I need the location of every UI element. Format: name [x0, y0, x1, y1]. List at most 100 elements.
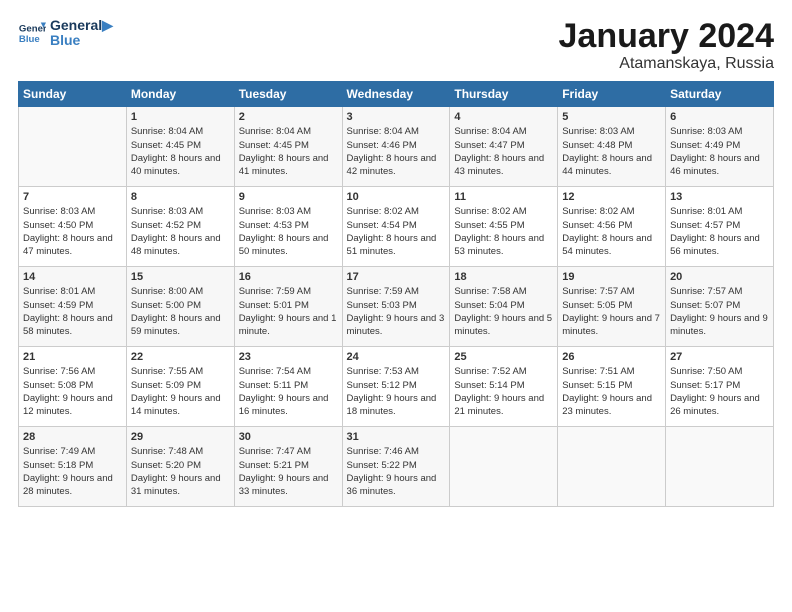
calendar-cell: 19 Sunrise: 7:57 AMSunset: 5:05 PMDayligh…: [558, 267, 666, 347]
calendar-cell: 24 Sunrise: 7:53 AMSunset: 5:12 PMDayligh…: [342, 347, 450, 427]
day-detail: Sunrise: 8:01 AMSunset: 4:57 PMDaylight:…: [670, 205, 769, 258]
day-number: 22: [131, 351, 230, 363]
day-detail: Sunrise: 7:51 AMSunset: 5:15 PMDaylight:…: [562, 365, 661, 418]
calendar-cell: 14 Sunrise: 8:01 AMSunset: 4:59 PMDayligh…: [19, 267, 127, 347]
calendar-cell: 26Sunrise: 7:51 AMSunset: 5:15 PMDayligh…: [558, 347, 666, 427]
calendar-cell: 9 Sunrise: 8:03 AMSunset: 4:53 PMDaylight…: [234, 187, 342, 267]
header: General Blue General▶ Blue January 2024 …: [18, 18, 774, 73]
day-detail: Sunrise: 7:54 AMSunset: 5:11 PMDaylight:…: [239, 365, 338, 418]
day-number: 28: [23, 431, 122, 443]
calendar-cell: 21 Sunrise: 7:56 AMSunset: 5:08 PMDayligh…: [19, 347, 127, 427]
day-number: 31: [347, 431, 446, 443]
day-number: 16: [239, 271, 338, 283]
day-detail: Sunrise: 7:57 AMSunset: 5:05 PMDaylight:…: [562, 285, 661, 338]
day-number: 6: [670, 111, 769, 123]
day-detail: Sunrise: 8:04 AMSunset: 4:45 PMDaylight:…: [239, 125, 338, 178]
day-number: 2: [239, 111, 338, 123]
calendar-cell: 25 Sunrise: 7:52 AMSunset: 5:14 PMDayligh…: [450, 347, 558, 427]
day-detail: Sunrise: 8:00 AMSunset: 5:00 PMDaylight:…: [131, 285, 230, 338]
calendar-cell: 12 Sunrise: 8:02 AMSunset: 4:56 PMDayligh…: [558, 187, 666, 267]
weekday-header-row: SundayMondayTuesdayWednesdayThursdayFrid…: [19, 82, 774, 107]
calendar-cell: 28 Sunrise: 7:49 AMSunset: 5:18 PMDayligh…: [19, 427, 127, 507]
weekday-header: Wednesday: [342, 82, 450, 107]
day-number: 21: [23, 351, 122, 363]
day-detail: Sunrise: 7:58 AMSunset: 5:04 PMDaylight:…: [454, 285, 553, 338]
day-number: 27: [670, 351, 769, 363]
day-number: 30: [239, 431, 338, 443]
weekday-header: Monday: [126, 82, 234, 107]
calendar-cell: 7 Sunrise: 8:03 AMSunset: 4:50 PMDaylight…: [19, 187, 127, 267]
day-detail: Sunrise: 8:01 AMSunset: 4:59 PMDaylight:…: [23, 285, 122, 338]
day-number: 7: [23, 191, 122, 203]
calendar-cell: 17 Sunrise: 7:59 AMSunset: 5:03 PMDayligh…: [342, 267, 450, 347]
day-detail: Sunrise: 7:59 AMSunset: 5:01 PMDaylight:…: [239, 285, 338, 338]
weekday-header: Saturday: [666, 82, 774, 107]
calendar-cell: 22 Sunrise: 7:55 AMSunset: 5:09 PMDayligh…: [126, 347, 234, 427]
calendar-cell: 29Sunrise: 7:48 AMSunset: 5:20 PMDayligh…: [126, 427, 234, 507]
calendar-cell: [558, 427, 666, 507]
day-number: 10: [347, 191, 446, 203]
day-detail: Sunrise: 8:02 AMSunset: 4:54 PMDaylight:…: [347, 205, 446, 258]
day-number: 17: [347, 271, 446, 283]
calendar-cell: 30 Sunrise: 7:47 AMSunset: 5:21 PMDayligh…: [234, 427, 342, 507]
title-block: January 2024 Atamanskaya, Russia: [559, 18, 775, 73]
calendar-cell: 16 Sunrise: 7:59 AMSunset: 5:01 PMDayligh…: [234, 267, 342, 347]
day-detail: Sunrise: 8:02 AMSunset: 4:56 PMDaylight:…: [562, 205, 661, 258]
day-number: 25: [454, 351, 553, 363]
logo-text: General▶: [50, 18, 113, 33]
day-detail: Sunrise: 7:59 AMSunset: 5:03 PMDaylight:…: [347, 285, 446, 338]
calendar-title: January 2024: [559, 18, 775, 55]
day-number: 19: [562, 271, 661, 283]
calendar-cell: [19, 107, 127, 187]
day-detail: Sunrise: 7:57 AMSunset: 5:07 PMDaylight:…: [670, 285, 769, 338]
day-detail: Sunrise: 8:03 AMSunset: 4:53 PMDaylight:…: [239, 205, 338, 258]
day-number: 29: [131, 431, 230, 443]
day-detail: Sunrise: 7:46 AMSunset: 5:22 PMDaylight:…: [347, 445, 446, 498]
calendar-cell: 2 Sunrise: 8:04 AMSunset: 4:45 PMDaylight…: [234, 107, 342, 187]
day-number: 12: [562, 191, 661, 203]
day-number: 9: [239, 191, 338, 203]
calendar-week-row: 21 Sunrise: 7:56 AMSunset: 5:08 PMDayligh…: [19, 347, 774, 427]
weekday-header: Tuesday: [234, 82, 342, 107]
day-detail: Sunrise: 7:50 AMSunset: 5:17 PMDaylight:…: [670, 365, 769, 418]
day-detail: Sunrise: 8:02 AMSunset: 4:55 PMDaylight:…: [454, 205, 553, 258]
calendar-cell: [450, 427, 558, 507]
day-number: 1: [131, 111, 230, 123]
svg-text:General: General: [19, 24, 46, 35]
calendar-week-row: 28 Sunrise: 7:49 AMSunset: 5:18 PMDayligh…: [19, 427, 774, 507]
day-detail: Sunrise: 7:47 AMSunset: 5:21 PMDaylight:…: [239, 445, 338, 498]
logo: General Blue General▶ Blue: [18, 18, 113, 49]
day-number: 13: [670, 191, 769, 203]
day-detail: Sunrise: 7:49 AMSunset: 5:18 PMDaylight:…: [23, 445, 122, 498]
day-detail: Sunrise: 8:03 AMSunset: 4:48 PMDaylight:…: [562, 125, 661, 178]
day-detail: Sunrise: 7:56 AMSunset: 5:08 PMDaylight:…: [23, 365, 122, 418]
calendar-cell: 10 Sunrise: 8:02 AMSunset: 4:54 PMDayligh…: [342, 187, 450, 267]
logo-icon: General Blue: [18, 19, 46, 47]
calendar-cell: 27 Sunrise: 7:50 AMSunset: 5:17 PMDayligh…: [666, 347, 774, 427]
calendar-cell: 23 Sunrise: 7:54 AMSunset: 5:11 PMDayligh…: [234, 347, 342, 427]
day-detail: Sunrise: 7:55 AMSunset: 5:09 PMDaylight:…: [131, 365, 230, 418]
day-detail: Sunrise: 8:04 AMSunset: 4:45 PMDaylight:…: [131, 125, 230, 178]
day-number: 23: [239, 351, 338, 363]
day-detail: Sunrise: 7:52 AMSunset: 5:14 PMDaylight:…: [454, 365, 553, 418]
calendar-cell: 20Sunrise: 7:57 AMSunset: 5:07 PMDayligh…: [666, 267, 774, 347]
day-detail: Sunrise: 8:03 AMSunset: 4:50 PMDaylight:…: [23, 205, 122, 258]
day-detail: Sunrise: 7:53 AMSunset: 5:12 PMDaylight:…: [347, 365, 446, 418]
day-number: 24: [347, 351, 446, 363]
calendar-cell: 3Sunrise: 8:04 AMSunset: 4:46 PMDaylight…: [342, 107, 450, 187]
calendar-cell: 6 Sunrise: 8:03 AMSunset: 4:49 PMDaylight…: [666, 107, 774, 187]
page-container: General Blue General▶ Blue January 2024 …: [0, 0, 792, 517]
day-number: 14: [23, 271, 122, 283]
day-number: 5: [562, 111, 661, 123]
day-detail: Sunrise: 8:04 AMSunset: 4:47 PMDaylight:…: [454, 125, 553, 178]
day-detail: Sunrise: 8:03 AMSunset: 4:49 PMDaylight:…: [670, 125, 769, 178]
calendar-cell: 1 Sunrise: 8:04 AMSunset: 4:45 PMDaylight…: [126, 107, 234, 187]
day-number: 4: [454, 111, 553, 123]
calendar-table: SundayMondayTuesdayWednesdayThursdayFrid…: [18, 81, 774, 507]
calendar-cell: 15Sunrise: 8:00 AMSunset: 5:00 PMDayligh…: [126, 267, 234, 347]
svg-text:Blue: Blue: [19, 34, 40, 45]
calendar-subtitle: Atamanskaya, Russia: [559, 55, 775, 73]
calendar-cell: 5 Sunrise: 8:03 AMSunset: 4:48 PMDaylight…: [558, 107, 666, 187]
calendar-cell: 18Sunrise: 7:58 AMSunset: 5:04 PMDayligh…: [450, 267, 558, 347]
day-number: 3: [347, 111, 446, 123]
